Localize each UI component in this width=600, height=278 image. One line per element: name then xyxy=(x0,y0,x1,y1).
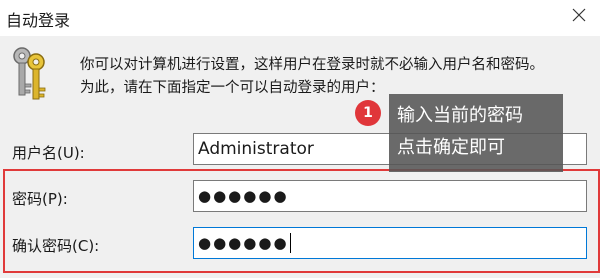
password-label: 密码(P): xyxy=(12,190,68,208)
window-title: 自动登录 xyxy=(6,11,71,30)
title-bar: 自动登录 xyxy=(0,0,600,36)
confirm-password-field[interactable]: ●●●●●● xyxy=(193,227,587,259)
keys-icon xyxy=(4,44,56,102)
close-button[interactable] xyxy=(566,4,592,28)
close-icon xyxy=(572,7,586,26)
step-badge: 1 xyxy=(355,100,381,126)
confirm-password-mask: ●●●●●● xyxy=(198,234,289,252)
description-line-1: 你可以对计算机进行设置，这样用户在登录时就不必输入用户名和密码。 xyxy=(80,57,544,73)
callout-line-2: 点击确定即可 xyxy=(397,137,505,158)
text-caret xyxy=(289,233,291,253)
annotation-callout: 输入当前的密码 点击确定即可 xyxy=(389,94,563,172)
callout-line-1: 输入当前的密码 xyxy=(397,105,523,126)
confirm-password-label: 确认密码(C): xyxy=(12,237,100,255)
password-field[interactable]: ●●●●●● xyxy=(193,180,587,212)
username-label: 用户名(U): xyxy=(12,144,85,162)
username-value: Administrator xyxy=(198,139,314,159)
password-mask: ●●●●●● xyxy=(198,187,289,205)
